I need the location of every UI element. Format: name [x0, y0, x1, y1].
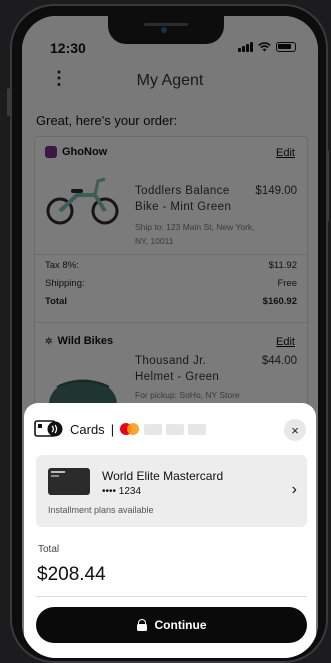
total-value: $208.44	[37, 564, 106, 585]
payment-method-header: Cards |	[34, 420, 207, 438]
card-name: World Elite Mastercard	[102, 469, 224, 483]
divider	[36, 596, 306, 597]
separator: |	[110, 421, 115, 437]
payment-method-placeholder	[166, 423, 185, 435]
installment-text: Installment plans available	[48, 505, 154, 515]
card-reader-icon	[34, 420, 63, 437]
continue-button[interactable]: Continue	[36, 607, 307, 643]
lock-icon	[136, 619, 147, 631]
continue-label: Continue	[154, 618, 207, 632]
chevron-right-icon[interactable]: ›	[292, 481, 297, 499]
card-number: •••• 1234	[102, 486, 142, 497]
payment-sheet: Cards | × World Elite Mastercard •••• 12…	[24, 403, 316, 658]
payment-method-placeholder	[188, 423, 207, 435]
close-icon[interactable]: ×	[284, 419, 306, 441]
phone-screen: 12:30 ⋮ My Agent Great, here's your orde…	[22, 16, 318, 658]
total-label: Total	[38, 544, 60, 555]
payment-method-placeholder	[144, 423, 163, 435]
notch	[108, 16, 224, 44]
card-thumbnail	[48, 468, 90, 495]
mastercard-logo	[120, 423, 140, 435]
selected-card[interactable]: World Elite Mastercard •••• 1234 Install…	[36, 455, 307, 527]
payment-method-label: Cards	[70, 421, 105, 437]
